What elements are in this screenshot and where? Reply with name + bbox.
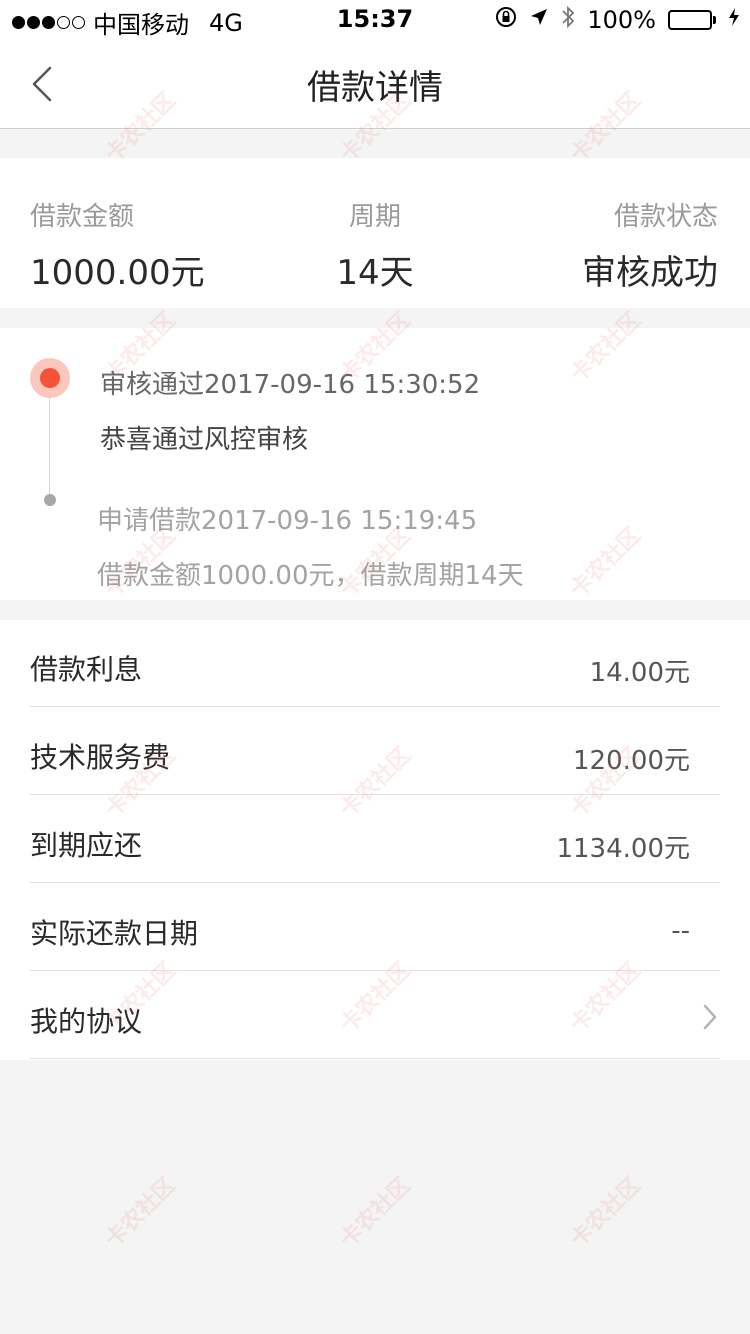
- charging-bolt-icon: [728, 7, 740, 32]
- detail-label: 借款利息: [30, 653, 143, 686]
- battery-icon: [668, 9, 716, 30]
- nav-bar: 借款详情: [0, 40, 750, 129]
- loan-details-list: 借款利息 14.00元 技术服务费 120.00元 到期应还 1134.00元 …: [0, 620, 750, 1060]
- watermark-text: 卡农社区: [565, 1172, 646, 1253]
- detail-label: 我的协议: [30, 1005, 143, 1038]
- bluetooth-icon: [561, 5, 575, 34]
- detail-label: 实际还款日期: [30, 917, 199, 950]
- detail-row-due-amount: 到期应还 1134.00元: [30, 796, 720, 883]
- detail-value: 120.00元: [573, 746, 690, 776]
- status-bar: 中国移动 4G 15:37 100%: [0, 0, 750, 40]
- location-arrow-icon: [529, 7, 549, 32]
- watermark-text: 卡农社区: [335, 1172, 416, 1253]
- timeline-item-approved: 审核通过2017-09-16 15:30:52 恭喜通过风控审核: [100, 364, 480, 456]
- watermark-text: 卡农社区: [100, 1172, 181, 1253]
- detail-row-interest: 借款利息 14.00元: [30, 620, 720, 707]
- detail-value: 14.00元: [589, 658, 690, 688]
- timeline-active-dot-icon: [30, 358, 70, 398]
- timeline-dot-icon: [44, 494, 56, 506]
- loan-status-value: 审核成功: [582, 253, 718, 293]
- detail-row-my-agreement[interactable]: 我的协议: [30, 972, 720, 1059]
- loan-status-block: 借款状态 审核成功: [582, 196, 718, 294]
- detail-label: 到期应还: [30, 829, 143, 862]
- chevron-right-icon: [703, 1004, 717, 1030]
- detail-row-service-fee: 技术服务费 120.00元: [30, 708, 720, 795]
- page-title: 借款详情: [307, 68, 443, 108]
- loan-summary: 借款金额 1000.00元 周期 14天 借款状态 审核成功: [0, 158, 750, 308]
- timeline-item-desc: 恭喜通过风控审核: [100, 425, 309, 455]
- progress-timeline: 审核通过2017-09-16 15:30:52 恭喜通过风控审核 申请借款201…: [0, 328, 750, 600]
- detail-label: 技术服务费: [30, 741, 171, 774]
- detail-value: 1134.00元: [556, 834, 690, 864]
- timeline-item-desc: 借款金额1000.00元，借款周期14天: [97, 561, 524, 591]
- timeline-item-title: 申请借款2017-09-16 15:19:45: [97, 506, 478, 536]
- detail-value: --: [671, 916, 690, 946]
- status-right: 100%: [495, 5, 740, 34]
- loan-status-label: 借款状态: [613, 202, 718, 232]
- battery-percent: 100%: [587, 5, 656, 34]
- timeline-connector: [49, 380, 50, 500]
- timeline-item-applied: 申请借款2017-09-16 15:19:45 借款金额1000.00元，借款周…: [97, 500, 524, 592]
- detail-row-repay-date: 实际还款日期 --: [30, 884, 720, 971]
- orientation-lock-icon: [495, 6, 517, 33]
- timeline-item-title: 审核通过2017-09-16 15:30:52: [100, 370, 481, 400]
